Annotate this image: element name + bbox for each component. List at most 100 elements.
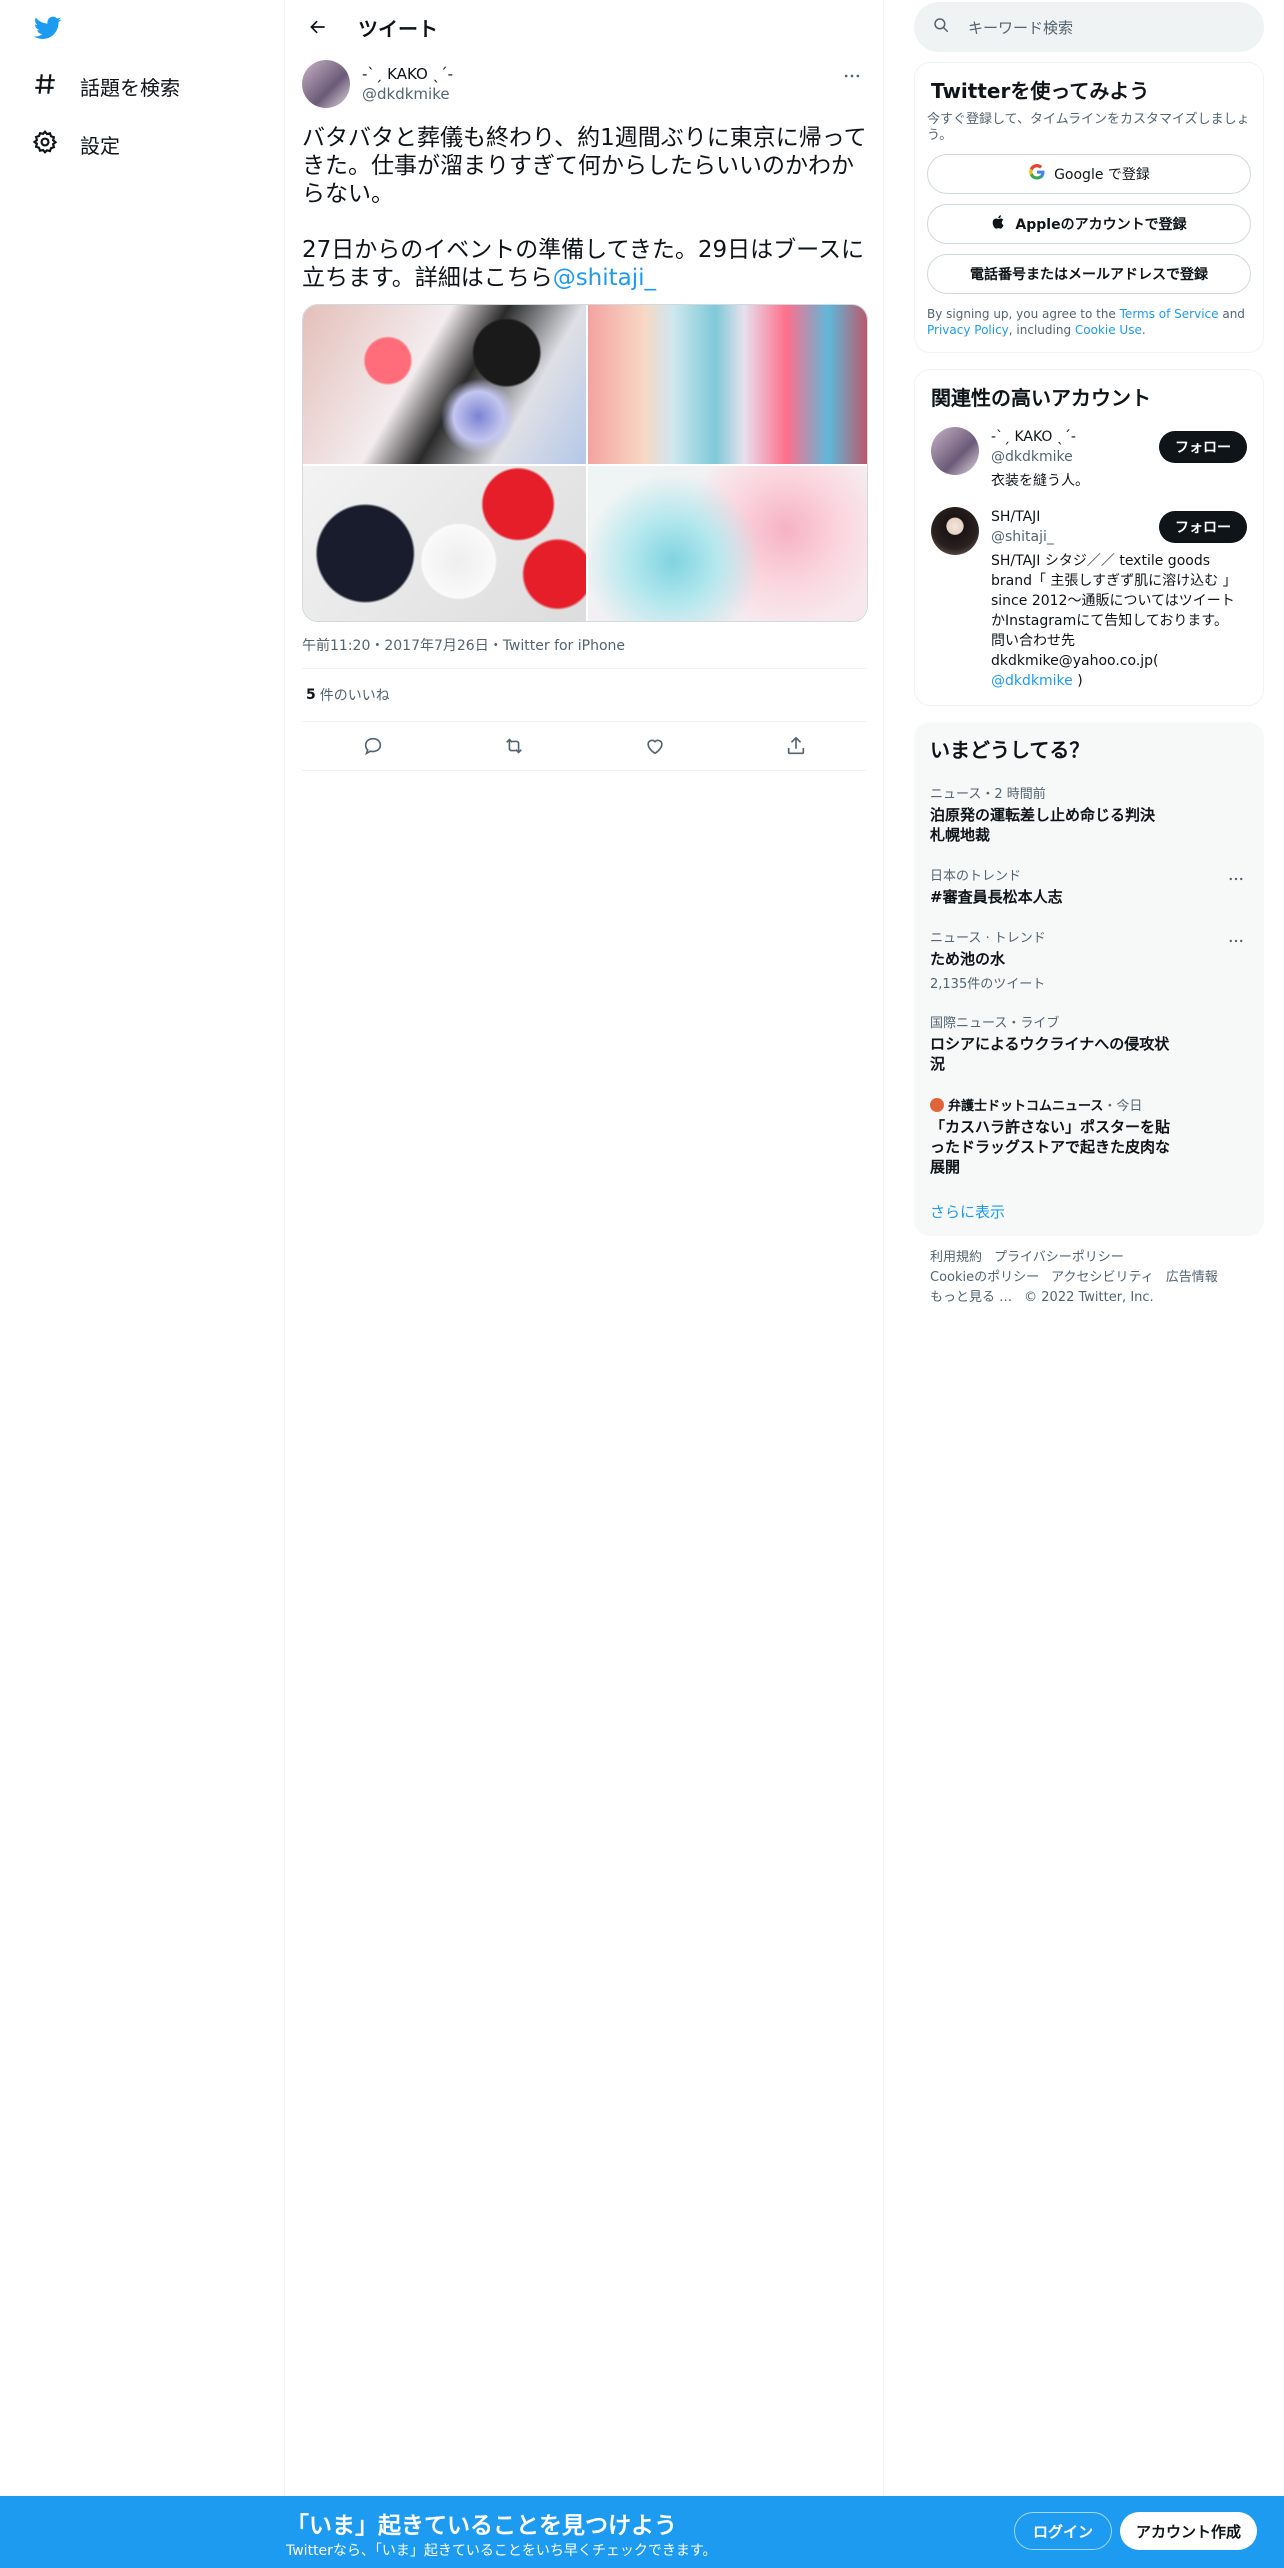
avatar[interactable] bbox=[931, 427, 979, 475]
account-info: -ˋˏ KAKO ˎˊ- @dkdkmike 衣装を縫う人。 bbox=[991, 427, 1089, 491]
privacy-link[interactable]: Privacy Policy bbox=[927, 323, 1009, 337]
likes-label: 件のいいね bbox=[319, 688, 390, 704]
trend-context: ニュース · トレンド bbox=[930, 931, 1046, 946]
signup-title: Twitterを使ってみよう bbox=[931, 79, 1150, 103]
tweet-actions bbox=[302, 722, 867, 770]
google-signup-label: Google で登録 bbox=[1054, 167, 1150, 183]
trend-context: 国際ニュース・ライブ bbox=[930, 1016, 1060, 1031]
reply-icon[interactable] bbox=[356, 729, 390, 763]
footer-link[interactable]: アクセシビリティ bbox=[1051, 1270, 1154, 1285]
terms-end: . bbox=[1141, 323, 1146, 337]
mention-link[interactable]: @shitaji_ bbox=[553, 265, 656, 291]
author-names: -ˋˏ KAKO ˎˊ- @dkdkmike bbox=[362, 64, 453, 104]
trend-item[interactable]: ニュース · トレンド ため池の水 2,135件のツイート bbox=[930, 931, 1248, 992]
account-item[interactable]: -ˋˏ KAKO ˎˊ- @dkdkmike 衣装を縫う人。 フォロー bbox=[931, 427, 1247, 491]
related-title: 関連性の高いアカウント bbox=[931, 386, 1151, 410]
trend-time: ・今日 bbox=[1103, 1099, 1143, 1114]
account-name[interactable]: -ˋˏ KAKO ˎˊ- bbox=[991, 427, 1089, 447]
signup-card: Twitterを使ってみよう 今すぐ登録して、タイムラインをカスタマイズしましょ… bbox=[914, 62, 1264, 353]
trend-item[interactable]: 日本のトレンド #審査員長松本人志 bbox=[930, 869, 1248, 907]
trend-title: 「カスハラ許さない」ポスターを貼ったドラッグストアで起きた皮肉な展開 bbox=[930, 1118, 1171, 1176]
related-accounts: 関連性の高いアカウント -ˋˏ KAKO ˎˊ- @dkdkmike 衣装を縫う… bbox=[914, 369, 1264, 706]
username[interactable]: @dkdkmike bbox=[362, 84, 453, 104]
tweet-media-grid bbox=[302, 304, 868, 622]
trend-item[interactable]: 弁護士ドットコムニュース・今日 「カスハラ許さない」ポスターを貼ったドラッグスト… bbox=[930, 1098, 1248, 1177]
search-box[interactable]: キーワード検索 bbox=[914, 2, 1264, 52]
media-image-2[interactable] bbox=[588, 305, 867, 464]
footer-link[interactable]: Cookieのポリシー bbox=[930, 1270, 1039, 1285]
trend-count: 2,135件のツイート bbox=[930, 977, 1046, 992]
trend-title: ため池の水 bbox=[930, 950, 1006, 968]
login-button[interactable]: ログイン bbox=[1014, 2512, 1113, 2550]
apple-signup-label: Appleのアカウントで登録 bbox=[1015, 217, 1187, 233]
search-icon bbox=[932, 16, 950, 38]
account-item[interactable]: SH/TAJI @shitaji_ SH/TAJI シタジ／／ textile … bbox=[931, 507, 1247, 691]
cookie-link[interactable]: Cookie Use bbox=[1075, 323, 1142, 337]
follow-button[interactable]: フォロー bbox=[1159, 431, 1247, 463]
banner-subtitle: Twitterなら、「いま」起きていることをいち早くチェックできます。 bbox=[286, 2543, 717, 2559]
nav-item-explore[interactable]: 話題を検索 bbox=[32, 66, 180, 106]
footer-link[interactable]: 利用規約 bbox=[930, 1250, 982, 1265]
footer-link[interactable]: もっと見る … bbox=[930, 1290, 1012, 1305]
follow-button[interactable]: フォロー bbox=[1159, 511, 1247, 543]
trends-card: いまどうしてる？ ニュース・2 時間前 泊原発の運転差し止め命じる判決 札幌地裁… bbox=[914, 722, 1264, 1236]
main-column: ツイート -ˋˏ KAKO ˎˊ- @dkdkmike バタバタと葬儀も終わり、… bbox=[286, 0, 884, 2568]
trend-source: 弁護士ドットコムニュース bbox=[948, 1099, 1104, 1114]
show-more-link[interactable]: さらに表示 bbox=[930, 1201, 1248, 1222]
trend-item[interactable]: 国際ニュース・ライブ ロシアによるウクライナへの侵攻状況 bbox=[930, 1016, 1248, 1074]
more-options-icon[interactable] bbox=[1224, 869, 1248, 889]
trends-title: いまどうしてる？ bbox=[930, 738, 1090, 762]
phone-signup-label: 電話番号またはメールアドレスで登録 bbox=[970, 267, 1208, 283]
trend-context: 日本のトレンド bbox=[930, 869, 1022, 884]
like-icon[interactable] bbox=[638, 729, 672, 763]
google-icon bbox=[1028, 163, 1046, 185]
account-handle[interactable]: @dkdkmike bbox=[991, 447, 1089, 467]
google-signup-button[interactable]: Google で登録 bbox=[927, 154, 1251, 194]
nav-item-label: 話題を検索 bbox=[80, 75, 180, 100]
back-arrow-icon[interactable] bbox=[302, 11, 334, 43]
copyright: © 2022 Twitter, Inc. bbox=[1024, 1290, 1154, 1305]
tweet-text: バタバタと葬儀も終わり、約1週間ぶりに東京に帰ってきた。仕事が溜まりすぎて何から… bbox=[302, 124, 867, 292]
tweet-meta[interactable]: 午前11:20・2017年7月26日・Twitter for iPhone bbox=[302, 636, 867, 656]
more-options-icon[interactable] bbox=[837, 64, 867, 88]
terms-link[interactable]: Terms of Service bbox=[1120, 307, 1219, 321]
divider bbox=[302, 770, 867, 771]
display-name[interactable]: -ˋˏ KAKO ˎˊ- bbox=[362, 64, 453, 84]
banner-title: 「いま」起きていることを見つけよう bbox=[286, 2513, 677, 2539]
bio-mention-link[interactable]: @dkdkmike bbox=[991, 673, 1073, 689]
trend-title: ロシアによるウクライナへの侵攻状況 bbox=[930, 1035, 1170, 1073]
footer-link[interactable]: 広告情報 bbox=[1166, 1270, 1218, 1285]
media-image-4[interactable] bbox=[588, 466, 867, 621]
tweet-author: -ˋˏ KAKO ˎˊ- @dkdkmike bbox=[302, 54, 867, 114]
account-bio: 衣装を縫う人。 bbox=[991, 473, 1089, 489]
phone-email-signup-button[interactable]: 電話番号またはメールアドレスで登録 bbox=[927, 254, 1251, 294]
bio-text: SH/TAJI シタジ／／ textile goods brand「 主張しすぎ… bbox=[991, 553, 1237, 669]
avatar[interactable] bbox=[931, 507, 979, 555]
signup-subtitle: 今すぐ登録して、タイムラインをカスタマイズしましょう。 bbox=[927, 112, 1250, 143]
apple-signup-button[interactable]: Appleのアカウントで登録 bbox=[927, 204, 1251, 244]
twitter-logo-icon[interactable] bbox=[32, 14, 68, 44]
apple-icon bbox=[991, 214, 1007, 234]
header: ツイート bbox=[286, 0, 883, 54]
account-bio: SH/TAJI シタジ／／ textile goods brand「 主張しすぎ… bbox=[991, 551, 1241, 691]
signup-terms: By signing up, you agree to the Terms of… bbox=[927, 306, 1251, 338]
more-options-icon[interactable] bbox=[1224, 931, 1248, 951]
create-account-button[interactable]: アカウント作成 bbox=[1120, 2512, 1258, 2550]
nav-item-settings[interactable]: 設定 bbox=[32, 124, 120, 164]
media-image-1[interactable] bbox=[303, 305, 586, 464]
right-sidebar: キーワード検索 Twitterを使ってみよう 今すぐ登録して、タイムラインをカス… bbox=[914, 0, 1264, 1308]
search-placeholder: キーワード検索 bbox=[968, 18, 1074, 37]
share-icon[interactable] bbox=[779, 729, 813, 763]
hashtag-icon bbox=[32, 71, 58, 102]
likes-row[interactable]: 5 件のいいね bbox=[302, 669, 867, 721]
bio-end: ) bbox=[1072, 673, 1083, 689]
media-image-3[interactable] bbox=[303, 466, 586, 621]
footer-link[interactable]: プライバシーポリシー bbox=[994, 1250, 1124, 1265]
trend-context: ニュース・2 時間前 bbox=[930, 787, 1046, 802]
page-title: ツイート bbox=[358, 16, 438, 41]
terms-and: and bbox=[1218, 307, 1245, 321]
avatar[interactable] bbox=[302, 60, 350, 108]
retweet-icon[interactable] bbox=[497, 729, 531, 763]
trend-item[interactable]: ニュース・2 時間前 泊原発の運転差し止め命じる判決 札幌地裁 bbox=[930, 787, 1248, 845]
bottom-signup-banner: 「いま」起きていることを見つけよう Twitterなら、「いま」起きていることを… bbox=[0, 2496, 1284, 2568]
